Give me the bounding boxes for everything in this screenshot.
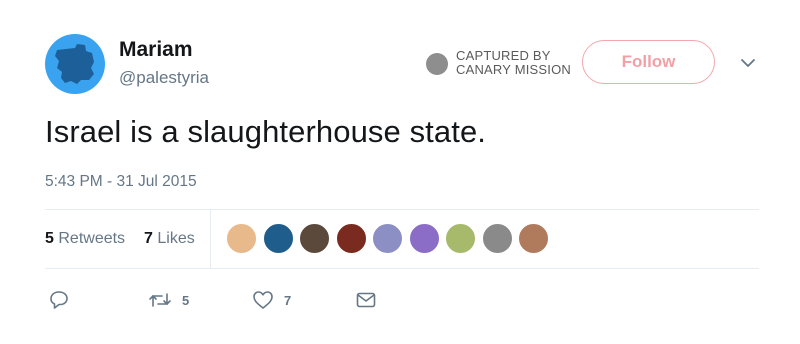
liker-avatar-9[interactable] xyxy=(518,223,549,254)
watermark-line-1: CAPTURED BY xyxy=(456,48,551,63)
avatar[interactable] xyxy=(45,34,105,94)
tweet-timestamp[interactable]: 5:43 PM - 31 Jul 2015 xyxy=(45,173,197,191)
retweet-icon xyxy=(149,293,171,307)
retweet-count: 5 xyxy=(182,292,190,308)
likes-stat[interactable]: 7 Likes xyxy=(144,230,195,248)
retweets-label: Retweets xyxy=(58,230,126,247)
watermark-line-2: CANARY MISSION xyxy=(456,62,572,77)
likes-count: 7 xyxy=(144,230,153,247)
envelope-icon xyxy=(356,292,376,308)
display-name[interactable]: Mariam xyxy=(119,38,193,62)
chevron-down-icon[interactable] xyxy=(738,55,758,71)
liker-avatar-3[interactable] xyxy=(299,223,330,254)
retweets-count: 5 xyxy=(45,230,54,247)
liker-avatar-2[interactable] xyxy=(262,223,294,254)
retweet-button[interactable]: 5 xyxy=(148,289,189,311)
canary-logo-icon xyxy=(426,53,448,75)
direct-message-button[interactable] xyxy=(355,289,377,311)
liker-avatar-8[interactable] xyxy=(481,223,513,254)
heart-icon xyxy=(253,291,273,309)
liker-avatar-6[interactable] xyxy=(408,223,440,254)
retweets-stat[interactable]: 5 Retweets xyxy=(45,230,125,248)
user-handle[interactable]: @palestyria xyxy=(119,68,209,88)
reply-icon xyxy=(50,291,68,309)
tweet-text: Israel is a slaughterhouse state. xyxy=(45,114,486,149)
like-count: 7 xyxy=(284,292,292,308)
like-button[interactable]: 7 xyxy=(252,289,291,311)
watermark-text: CAPTURED BY CANARY MISSION xyxy=(456,49,571,77)
canary-mission-watermark: CAPTURED BY CANARY MISSION xyxy=(426,47,576,81)
liker-avatar-4[interactable] xyxy=(335,223,367,254)
liker-avatar-7[interactable] xyxy=(445,223,476,254)
sudan-map-silhouette-icon xyxy=(55,44,94,84)
reply-button[interactable] xyxy=(48,289,70,311)
divider-top xyxy=(45,209,759,210)
liker-avatar-1[interactable] xyxy=(226,223,257,254)
stats-divider xyxy=(210,210,211,268)
follow-button[interactable]: Follow xyxy=(582,40,715,84)
divider-bottom xyxy=(45,268,759,269)
likes-label: Likes xyxy=(157,230,195,247)
liker-avatar-5[interactable] xyxy=(372,223,403,254)
